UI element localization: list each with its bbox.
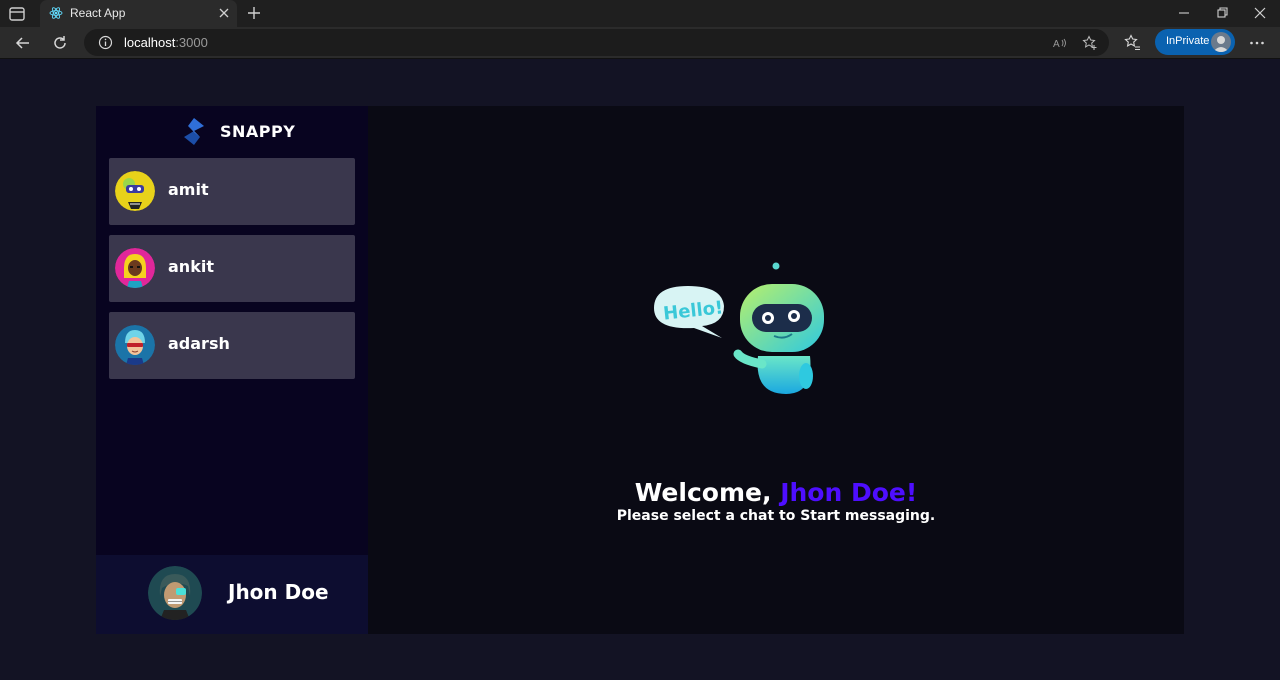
restore-icon[interactable] [1214, 5, 1230, 21]
snappy-logo-icon [184, 118, 204, 145]
contact-name: ankit [168, 257, 214, 276]
avatar [115, 171, 155, 211]
tab-title: React App [70, 6, 126, 20]
close-window-icon[interactable] [1252, 5, 1268, 21]
tab-actions-icon[interactable] [8, 5, 26, 23]
svg-text:A: A [1053, 39, 1060, 50]
current-user-name: Jhon Doe [228, 580, 329, 604]
brand-name: SNAPPY [220, 122, 296, 141]
react-icon [49, 7, 63, 19]
minimize-icon[interactable] [1176, 5, 1192, 21]
contact-item-ankit[interactable]: ankit [109, 235, 355, 302]
welcome-username: Jhon Doe! [780, 478, 918, 507]
site-info-icon[interactable] [98, 35, 113, 50]
favorites-icon[interactable] [1124, 34, 1141, 51]
current-user-panel: Jhon Doe [96, 555, 368, 634]
avatar [115, 248, 155, 288]
add-favorite-icon[interactable] [1082, 35, 1098, 51]
brand: SNAPPY [96, 118, 368, 146]
back-arrow-icon[interactable] [14, 34, 32, 52]
close-tab-icon[interactable] [217, 6, 231, 20]
browser-tab-bar: React App [0, 0, 1280, 27]
welcome-heading: Welcome, Jhon Doe! [634, 478, 918, 507]
more-options-icon[interactable] [1248, 34, 1266, 52]
avatar [148, 566, 202, 620]
contact-name: adarsh [168, 334, 230, 353]
refresh-icon[interactable] [51, 34, 69, 52]
url-text: localhost:3000 [124, 35, 208, 50]
contacts-sidebar: SNAPPY amit ankit adarsh Jhon Doe [96, 106, 368, 634]
read-aloud-icon[interactable]: A [1052, 35, 1068, 51]
chat-container: SNAPPY amit ankit adarsh Jhon Doe Hello!… [96, 106, 1184, 634]
browser-tab[interactable]: React App [40, 0, 237, 27]
inprivate-button[interactable]: InPrivate [1155, 29, 1235, 55]
contact-name: amit [168, 180, 209, 199]
address-bar[interactable]: localhost:3000 A [84, 29, 1109, 56]
contact-item-amit[interactable]: amit [109, 158, 355, 225]
profile-avatar [1211, 32, 1231, 52]
new-tab-icon[interactable] [246, 5, 262, 21]
welcome-subtitle: Please select a chat to Start messaging. [616, 508, 936, 524]
robot-illustration-icon: Hello! [654, 262, 824, 394]
inprivate-label: InPrivate [1166, 35, 1210, 47]
browser-toolbar: localhost:3000 A InPrivate [0, 27, 1280, 59]
contact-item-adarsh[interactable]: adarsh [109, 312, 355, 379]
avatar [115, 325, 155, 365]
welcome-panel: Hello! Welcome, Jhon Doe! Please select … [368, 106, 1184, 634]
